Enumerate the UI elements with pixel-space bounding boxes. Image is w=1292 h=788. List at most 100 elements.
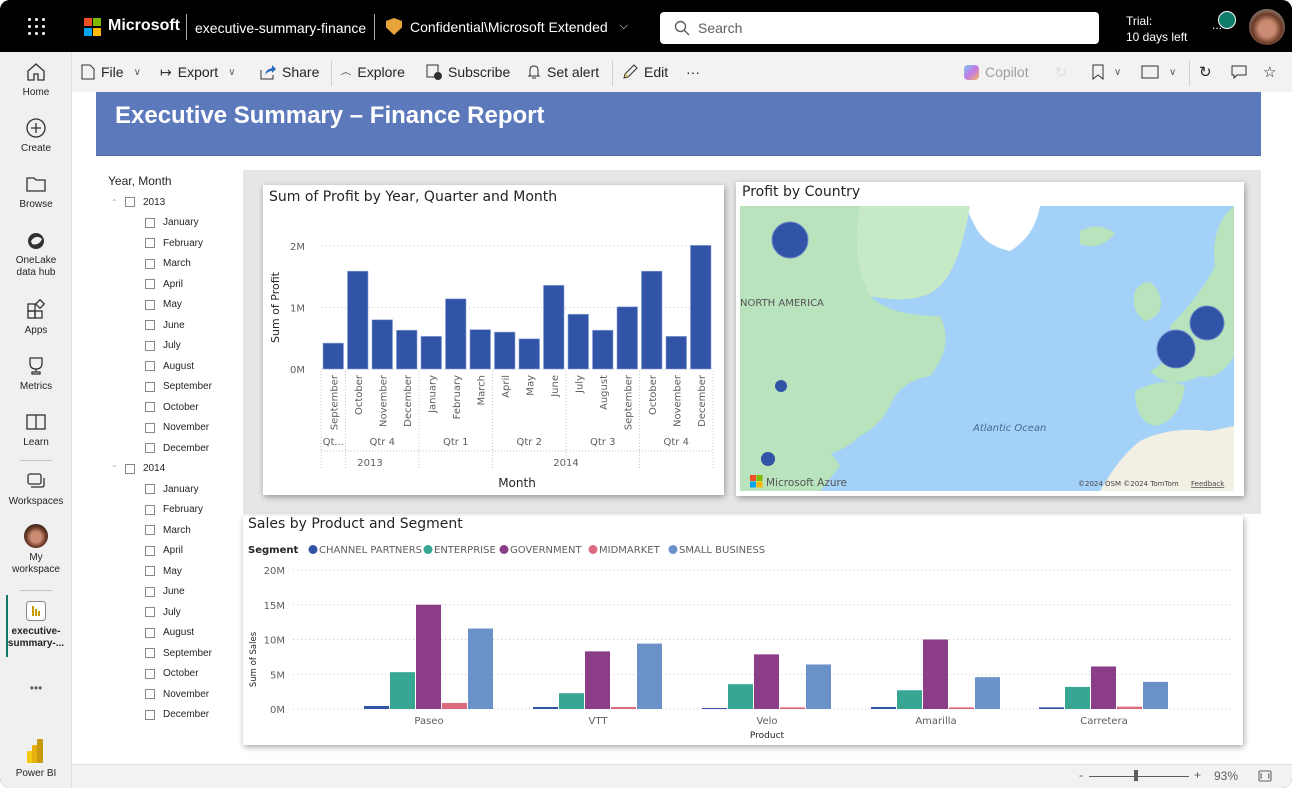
checkbox[interactable]: [145, 627, 155, 638]
checkbox[interactable]: [145, 525, 155, 536]
profit-bar[interactable]: [518, 338, 540, 370]
sales-bar[interactable]: [806, 664, 831, 709]
checkbox[interactable]: [145, 504, 155, 515]
checkbox[interactable]: [145, 217, 155, 228]
slicer-month-item[interactable]: September: [108, 377, 238, 398]
sales-bar[interactable]: [390, 672, 415, 709]
zoom-slider-track[interactable]: [1089, 776, 1189, 777]
nav-current-report[interactable]: executive- summary-...: [0, 600, 72, 650]
checkbox[interactable]: [125, 463, 135, 474]
nav-more[interactable]: •••: [0, 682, 72, 694]
checkbox[interactable]: [145, 484, 155, 495]
fit-to-page-icon[interactable]: [1258, 770, 1272, 782]
comment-button[interactable]: [1231, 52, 1247, 92]
share-button[interactable]: Share: [260, 52, 319, 92]
slicer-month-item[interactable]: April: [108, 274, 238, 295]
sales-bar[interactable]: [897, 690, 922, 709]
bookmark-button[interactable]: ∨: [1092, 52, 1121, 92]
slicer-month-item[interactable]: February: [108, 500, 238, 521]
sales-bar[interactable]: [728, 684, 753, 709]
edit-button[interactable]: Edit: [622, 52, 668, 92]
profit-bar[interactable]: [641, 270, 663, 370]
slicer-month-item[interactable]: August: [108, 623, 238, 644]
checkbox[interactable]: [125, 197, 135, 208]
checkbox[interactable]: [145, 361, 155, 372]
slicer-month-item[interactable]: March: [108, 520, 238, 541]
sales-bar[interactable]: [559, 693, 584, 709]
slicer-month-item[interactable]: February: [108, 233, 238, 254]
profit-bar[interactable]: [567, 313, 589, 370]
sales-bar[interactable]: [871, 706, 896, 709]
profit-bar[interactable]: [371, 319, 393, 370]
profit-bar[interactable]: [494, 331, 516, 370]
slicer-month-item[interactable]: December: [108, 705, 238, 726]
nav-home[interactable]: Home: [0, 61, 72, 99]
sales-bar[interactable]: [442, 702, 467, 709]
nav-browse[interactable]: Browse: [0, 173, 72, 211]
checkbox[interactable]: [145, 648, 155, 659]
legend-item[interactable]: MIDMARKET: [588, 545, 661, 556]
slicer-month-item[interactable]: July: [108, 602, 238, 623]
slicer-month-item[interactable]: May: [108, 295, 238, 316]
more-options-button[interactable]: ···: [686, 52, 700, 92]
profit-map-visual[interactable]: Profit by Country NORTH AMERICA Atlantic…: [736, 182, 1244, 496]
slicer-month-item[interactable]: March: [108, 254, 238, 275]
profit-bar[interactable]: [665, 336, 687, 370]
checkbox[interactable]: [145, 381, 155, 392]
view-button[interactable]: ∨: [1141, 52, 1176, 92]
checkbox[interactable]: [145, 320, 155, 331]
sales-bar[interactable]: [1039, 707, 1064, 709]
nav-workspaces[interactable]: Workspaces: [0, 470, 72, 508]
profit-bar[interactable]: [322, 342, 344, 370]
zoom-in-button[interactable]: +: [1194, 768, 1201, 782]
search-input[interactable]: Search: [660, 12, 1099, 44]
map-feedback-link[interactable]: Feedback: [1191, 480, 1225, 488]
profit-chart-visual[interactable]: Sum of Profit by Year, Quarter and Month…: [263, 185, 724, 495]
sales-bar[interactable]: [949, 707, 974, 709]
slicer-month-item[interactable]: January: [108, 213, 238, 234]
slicer-month-item[interactable]: November: [108, 418, 238, 439]
checkbox[interactable]: [145, 545, 155, 556]
slicer-month-item[interactable]: October: [108, 397, 238, 418]
legend-item[interactable]: CHANNEL PARTNERS: [308, 545, 423, 556]
checkbox[interactable]: [145, 402, 155, 413]
sales-bar[interactable]: [533, 706, 558, 709]
slicer-year-item[interactable]: ⌃ 2013: [108, 192, 238, 213]
sales-bar[interactable]: [923, 639, 948, 710]
slicer-month-item[interactable]: October: [108, 664, 238, 685]
sales-bar[interactable]: [611, 706, 636, 709]
sales-bar[interactable]: [1091, 666, 1116, 709]
chevron-up-icon[interactable]: ⌃: [111, 198, 125, 207]
legend-item[interactable]: ENTERPRISE: [423, 545, 496, 556]
sales-bar[interactable]: [754, 654, 779, 709]
refresh-button[interactable]: ↻: [1199, 52, 1212, 92]
sales-bar[interactable]: [585, 651, 610, 709]
app-launcher-icon[interactable]: [28, 18, 46, 36]
checkbox[interactable]: [145, 668, 155, 679]
slicer-month-item[interactable]: April: [108, 541, 238, 562]
sales-bar[interactable]: [1143, 681, 1168, 709]
slicer-month-item[interactable]: November: [108, 684, 238, 705]
file-menu-button[interactable]: File ∨: [81, 52, 141, 92]
sales-bar[interactable]: [637, 643, 662, 709]
slicer-month-item[interactable]: January: [108, 479, 238, 500]
copilot-button[interactable]: Copilot: [964, 52, 1029, 92]
sensitivity-label[interactable]: Confidential\Microsoft Extended ⌵: [386, 18, 628, 35]
nav-onelake[interactable]: OneLake data hub: [0, 229, 72, 279]
slicer-month-item[interactable]: September: [108, 643, 238, 664]
sales-chart-visual[interactable]: Sales by Product and Segment Segment CHAN…: [243, 516, 1243, 745]
map-canvas[interactable]: NORTH AMERICA Atlantic Ocean Microsoft A…: [740, 206, 1234, 491]
checkbox[interactable]: [145, 566, 155, 577]
slicer-month-item[interactable]: July: [108, 336, 238, 357]
slicer-month-item[interactable]: August: [108, 356, 238, 377]
profit-bar[interactable]: [469, 329, 491, 370]
profit-bar[interactable]: [396, 329, 418, 370]
user-avatar[interactable]: [1249, 9, 1285, 45]
checkbox[interactable]: [145, 238, 155, 249]
profit-bar[interactable]: [592, 329, 614, 370]
profit-bar[interactable]: [347, 270, 369, 370]
checkbox[interactable]: [145, 607, 155, 618]
profit-bar[interactable]: [690, 245, 712, 370]
sales-bar[interactable]: [364, 706, 389, 709]
reset-button[interactable]: ↻: [1055, 52, 1067, 92]
